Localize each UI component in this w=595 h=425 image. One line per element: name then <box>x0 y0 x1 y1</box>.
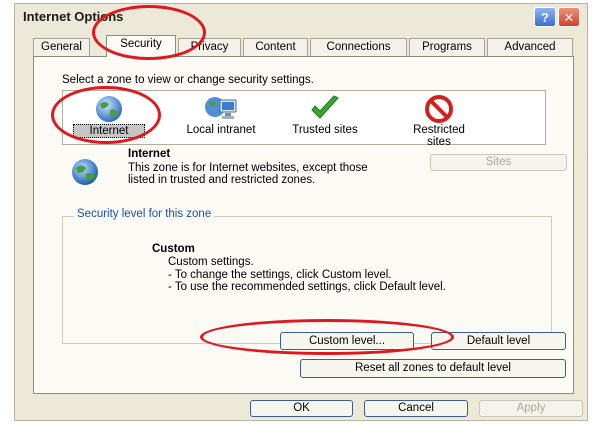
ok-button[interactable]: OK <box>250 400 353 417</box>
dialog-title: Internet Options <box>23 9 124 24</box>
tab-connections[interactable]: Connections <box>310 38 407 56</box>
apply-button[interactable]: Apply <box>479 400 583 417</box>
level-line-2: - To change the settings, click Custom l… <box>168 268 392 281</box>
zone-select-prompt: Select a zone to view or change security… <box>62 74 314 86</box>
default-level-button[interactable]: Default level <box>431 332 566 350</box>
zone-local-intranet[interactable]: Local intranet <box>171 91 271 136</box>
zone-trusted-sites-label: Trusted sites <box>292 124 358 136</box>
tab-general[interactable]: General <box>33 38 90 56</box>
internet-zone-globe-icon <box>72 159 98 185</box>
tab-programs[interactable]: Programs <box>409 38 485 56</box>
zone-list: Internet Local intranet Trusted sites Re… <box>62 90 546 148</box>
security-tab-panel: Select a zone to view or change security… <box>33 56 574 394</box>
level-line-1: Custom settings. <box>168 256 254 268</box>
close-button[interactable]: ✕ <box>558 7 580 27</box>
zone-internet-label: Internet <box>73 124 145 138</box>
selected-zone-description: This zone is for Internet websites, exce… <box>128 162 368 186</box>
selected-zone-title: Internet <box>128 148 171 160</box>
zone-trusted-sites[interactable]: Trusted sites <box>283 91 367 136</box>
zone-local-intranet-label: Local intranet <box>186 124 256 136</box>
globe-icon <box>96 96 122 122</box>
internet-options-dialog: Internet Options ? ✕ General Security Pr… <box>14 3 588 421</box>
custom-level-button[interactable]: Custom level... <box>280 332 414 350</box>
cancel-button[interactable]: Cancel <box>364 400 468 417</box>
sites-button[interactable]: Sites <box>430 154 567 171</box>
green-checkmark-icon <box>311 95 339 119</box>
computer-network-icon <box>205 97 237 119</box>
zone-restricted-sites[interactable]: Restricted sites <box>403 91 475 148</box>
tab-content[interactable]: Content <box>243 38 308 56</box>
tab-security[interactable]: Security <box>106 35 176 57</box>
security-level-group-label: Security level for this zone <box>74 208 215 220</box>
level-line-3: - To use the recommended settings, click… <box>168 281 446 293</box>
title-bar: Internet Options ? ✕ <box>15 4 587 30</box>
security-level-name: Custom <box>152 243 195 255</box>
tab-privacy[interactable]: Privacy <box>178 38 241 56</box>
help-button[interactable]: ? <box>534 7 556 27</box>
zone-restricted-sites-label: Restricted sites <box>413 124 465 148</box>
zone-internet[interactable]: Internet <box>73 91 145 138</box>
tab-advanced[interactable]: Advanced <box>487 38 573 56</box>
security-level-description: Custom settings. - To change the setting… <box>168 256 446 294</box>
reset-all-zones-button[interactable]: Reset all zones to default level <box>300 359 566 378</box>
red-no-entry-icon <box>425 95 453 123</box>
